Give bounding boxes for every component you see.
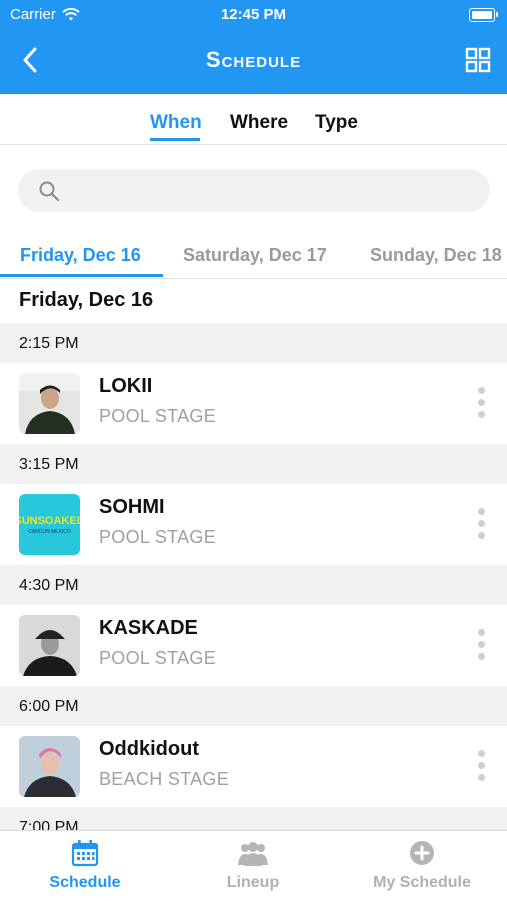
time-header: 6:00 PM [0,686,507,726]
status-time: 12:45 PM [220,6,287,23]
grid-view-button[interactable] [465,47,491,73]
more-options-icon[interactable] [474,508,488,542]
list-item[interactable]: KASKADE POOL STAGE [0,605,507,686]
stage-name: POOL STAGE [99,648,217,668]
artist-thumbnail [19,373,80,434]
time-header: 3:15 PM [0,444,507,484]
people-icon [238,842,268,866]
time-label: 6:00 PM [19,698,79,715]
tab-label: Schedule [49,874,121,891]
grid-icon [465,47,491,73]
artist-thumbnail [19,615,80,676]
logo-text-line1: SUNSOAKED [19,515,80,527]
list-item[interactable]: Oddkidout BEACH STAGE [0,726,507,807]
time-header: 4:30 PM [0,565,507,605]
time-label: 4:30 PM [19,577,79,594]
filter-tabs: When Where Type [0,94,507,145]
nav-bar: Schedule [0,40,507,80]
filter-tab-type[interactable]: Type [315,112,358,134]
day-tab-sunday[interactable]: Sunday, Dec 18 [370,245,502,266]
artist-thumbnail: SUNSOAKED CANCUN MEXICO [19,494,80,555]
filter-tab-where[interactable]: Where [230,112,288,134]
search-bar[interactable] [18,169,490,214]
filter-active-indicator [150,138,200,141]
status-bar: Carrier 12:45 PM [0,0,507,30]
time-header: 2:15 PM [0,323,507,363]
filter-tab-when[interactable]: When [150,112,202,134]
time-header: 7:00 PM [0,807,507,831]
day-active-indicator [0,274,163,277]
bottom-tab-bar: Schedule Lineup My Schedule [0,830,507,901]
tab-label: Lineup [226,874,280,891]
more-options-icon[interactable] [474,750,488,784]
day-tab-saturday[interactable]: Saturday, Dec 17 [183,245,327,266]
day-tabs: Friday, Dec 16 Saturday, Dec 17 Sunday, … [0,232,507,279]
artist-thumbnail [19,736,80,797]
more-options-icon[interactable] [474,387,488,421]
search-icon [39,181,60,202]
day-tab-friday[interactable]: Friday, Dec 16 [20,245,141,266]
artist-name: Oddkidout [99,738,199,760]
tab-my-schedule[interactable]: My Schedule [337,839,507,892]
plus-circle-icon [410,841,434,865]
avatar [19,615,80,676]
time-label: 2:15 PM [19,335,79,352]
app-header: Carrier 12:45 PM Schedule [0,0,507,94]
tab-lineup[interactable]: Lineup [168,839,338,892]
battery-icon [469,8,498,22]
stage-name: POOL STAGE [99,527,217,547]
calendar-icon [71,840,99,867]
page-title: Schedule [205,47,302,72]
list-item[interactable]: LOKII POOL STAGE [0,363,507,444]
section-title: Friday, Dec 16 [19,289,154,311]
schedule-list: 2:15 PM LOKII POOL STAGE 3:15 PM SUNSOAK… [0,323,507,831]
search-input[interactable] [74,169,478,214]
avatar [19,373,80,434]
more-options-icon[interactable] [474,629,488,663]
avatar [19,736,80,797]
stage-name: BEACH STAGE [99,769,229,789]
logo-text-line2: CANCUN MEXICO [28,529,71,535]
artist-name: KASKADE [99,617,198,639]
list-item[interactable]: SUNSOAKED CANCUN MEXICO SOHMI POOL STAGE [0,484,507,565]
festival-logo: SUNSOAKED CANCUN MEXICO [19,494,80,555]
tab-label: My Schedule [373,874,471,891]
artist-name: LOKII [99,375,153,397]
artist-name: SOHMI [99,496,165,518]
time-label: 3:15 PM [19,456,79,473]
tab-schedule[interactable]: Schedule [0,839,170,892]
stage-name: POOL STAGE [99,406,217,426]
